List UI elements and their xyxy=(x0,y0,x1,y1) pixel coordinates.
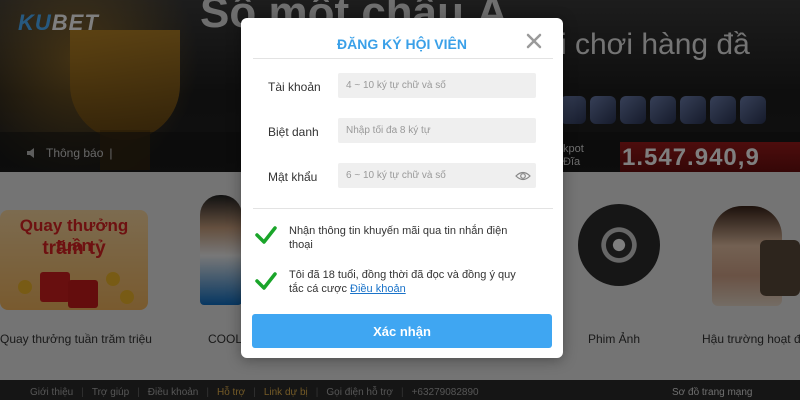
nickname-label: Biệt danh xyxy=(268,125,319,139)
terms-link[interactable]: Điều khoản xyxy=(350,283,406,295)
fields-divider xyxy=(253,208,553,209)
close-icon[interactable] xyxy=(523,30,545,52)
nickname-input[interactable] xyxy=(338,118,536,143)
password-label: Mật khẩu xyxy=(268,170,318,184)
promo-checkbox-label: Nhận thông tin khuyến mãi qua tin nhắn đ… xyxy=(289,225,508,251)
register-modal: ĐĂNG KÝ HỘI VIÊN Tài khoản Biệt danh Mật… xyxy=(241,18,563,358)
title-divider xyxy=(253,58,553,59)
confirm-button[interactable]: Xác nhận xyxy=(252,314,552,348)
modal-title: ĐĂNG KÝ HỘI VIÊN xyxy=(337,36,467,52)
promo-checkbox-checkmark-icon[interactable] xyxy=(255,224,277,246)
terms-checkbox-checkmark-icon[interactable] xyxy=(255,270,277,292)
show-password-icon[interactable] xyxy=(515,170,531,182)
account-label: Tài khoản xyxy=(268,80,321,94)
account-input[interactable] xyxy=(338,73,536,98)
terms-checkbox-label: Tôi đã 18 tuổi, đồng thời đã đọc và đồng… xyxy=(289,268,519,296)
password-input[interactable] xyxy=(338,163,536,188)
